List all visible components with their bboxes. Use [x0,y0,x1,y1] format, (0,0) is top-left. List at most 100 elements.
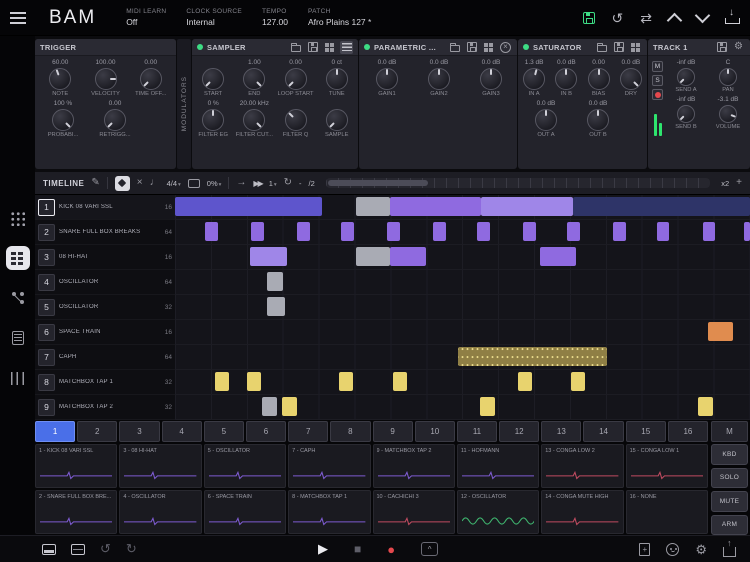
knob-velocity[interactable]: 100.00VELOCITY [86,59,126,97]
knob-filter-eg[interactable]: 0 %FILTER EG [193,100,233,138]
save-preset-button[interactable] [612,41,625,54]
knob-out-b[interactable]: 0.0 dBOUT B [578,100,618,138]
knob-sample[interactable]: SAMPLE [317,100,357,138]
knob-out-a[interactable]: 0.0 dBOUT A [526,100,566,138]
pattern-slot-1[interactable]: 1 [35,421,75,442]
undo-button[interactable]: ↺ [612,11,624,25]
knob-dial[interactable] [243,109,265,131]
open-preset-button[interactable] [289,41,302,54]
knob-dial[interactable] [95,68,117,90]
settings-button[interactable]: ⚙ [695,543,707,556]
track-number[interactable]: 4 [38,274,55,291]
pattern-slot-7[interactable]: 7 [288,421,328,442]
note-block[interactable] [175,197,322,216]
note-block[interactable] [250,247,287,266]
note-block[interactable] [573,197,750,216]
note-block[interactable] [481,197,573,216]
note-block[interactable] [390,197,481,216]
pattern-slot-11[interactable]: 11 [457,421,497,442]
pattern-slot-12[interactable]: 12 [499,421,539,442]
pattern-slot-8[interactable]: 8 [330,421,370,442]
track-row[interactable]: 9MATCHBOX TAP 232 [35,395,175,420]
knob-dial[interactable] [326,68,348,90]
track-row[interactable]: 6SPACE TRAIN16 [35,320,175,345]
zoom-button[interactable]: x2 [721,179,729,188]
mute-button[interactable]: M [652,61,663,72]
knob-pan[interactable]: CPAN [708,59,748,93]
knob-start[interactable]: START [193,59,233,97]
knob-dial[interactable] [52,109,74,131]
note-block[interactable] [540,247,576,266]
pattern-slot-10[interactable]: 10 [415,421,455,442]
track-row[interactable]: 308 HI-HAT16 [35,245,175,270]
sequencer-row[interactable] [175,270,750,295]
pattern-cell[interactable]: 5 - OSCILLATOR [204,444,286,488]
pattern-cell[interactable]: 4 - OSCILLATOR [119,490,201,534]
knob-dry[interactable]: 0.0 dBDRY [615,59,647,97]
knob-dial[interactable] [523,68,545,90]
knob-dial[interactable] [285,68,307,90]
knob-dial[interactable] [140,68,162,90]
routing-view-button[interactable] [6,286,30,310]
pattern-cell[interactable]: 14 - CONGA MUTE HIGH [541,490,623,534]
knob-dial[interactable] [620,68,642,90]
track-number[interactable]: 2 [38,224,55,241]
undo-button[interactable]: ↺ [100,541,111,557]
remove-module-button[interactable]: × [499,41,512,54]
sequencer-row[interactable] [175,195,750,220]
menu-button[interactable] [0,0,35,36]
note-block[interactable] [387,222,400,241]
share-button[interactable] [723,542,736,557]
add-button[interactable]: + [736,178,742,188]
save-preset-button[interactable] [465,41,478,54]
knob-dial[interactable] [588,68,610,90]
track-number[interactable]: 1 [38,199,55,216]
note-block[interactable] [708,322,733,341]
open-preset-button[interactable] [448,41,461,54]
modulators-tab[interactable]: MODULATORS [177,39,191,169]
pattern-cell[interactable]: 15 - CONGA LOW 1 [626,444,708,488]
track-row[interactable]: 4OSCILLATOR64 [35,270,175,295]
knob-in-b[interactable]: 0.0 dBIN B [550,59,582,97]
track-number[interactable]: 5 [38,299,55,316]
knob-send-b[interactable]: -inf dBSEND B [666,96,706,130]
save-button[interactable] [583,12,595,24]
record-arm-button[interactable] [652,89,663,100]
knob-dial[interactable] [677,105,695,123]
track-row[interactable]: 7CAPH64 [35,345,175,370]
solo-button[interactable]: SOLO [711,468,748,489]
power-led-icon[interactable] [523,44,529,50]
pattern-slot-m[interactable]: M [711,421,748,442]
knob-dial[interactable] [535,109,557,131]
fast-forward-button[interactable]: ▶▶ [253,179,261,188]
pattern-cell[interactable]: 12 - OSCILLATOR [457,490,539,534]
layout-full-button[interactable] [71,544,85,555]
shuffle-button[interactable]: ⇄ [640,11,652,25]
note-block[interactable] [262,397,277,416]
sequencer-row[interactable] [175,245,750,270]
pattern-slot-14[interactable]: 14 [583,421,623,442]
knob-bias[interactable]: 0.00BIAS [583,59,615,97]
knob-loop-start[interactable]: 0.00LOOP START [276,59,316,97]
divide-button[interactable]: /2 [309,179,315,188]
note-block[interactable] [282,397,297,416]
note-block[interactable] [390,247,426,266]
sequencer-row[interactable] [175,220,750,245]
patch-field[interactable]: PATCH Afro Plains 127 * [308,8,371,27]
midi-learn-field[interactable]: MIDI LEARN Off [126,8,166,27]
knob-dial[interactable] [428,68,450,90]
pattern-cell[interactable]: 1 - KICK 08 VARI SSL [35,444,117,488]
sequencer-row[interactable] [175,395,750,420]
pattern-cell[interactable]: 13 - CONGA LOW 2 [541,444,623,488]
knob-dial[interactable] [243,68,265,90]
knob-note[interactable]: 60.00NOTE [40,59,80,97]
track-number[interactable]: 3 [38,249,55,266]
pattern-slot-6[interactable]: 6 [246,421,286,442]
solo-button[interactable]: S [652,75,663,86]
note-block[interactable] [480,397,495,416]
note-block[interactable] [657,222,670,241]
stop-button[interactable]: ■ [354,542,361,556]
sequencer-view-button[interactable] [6,246,30,270]
select-tool-button[interactable] [115,176,130,191]
knob-dial[interactable] [719,105,737,123]
